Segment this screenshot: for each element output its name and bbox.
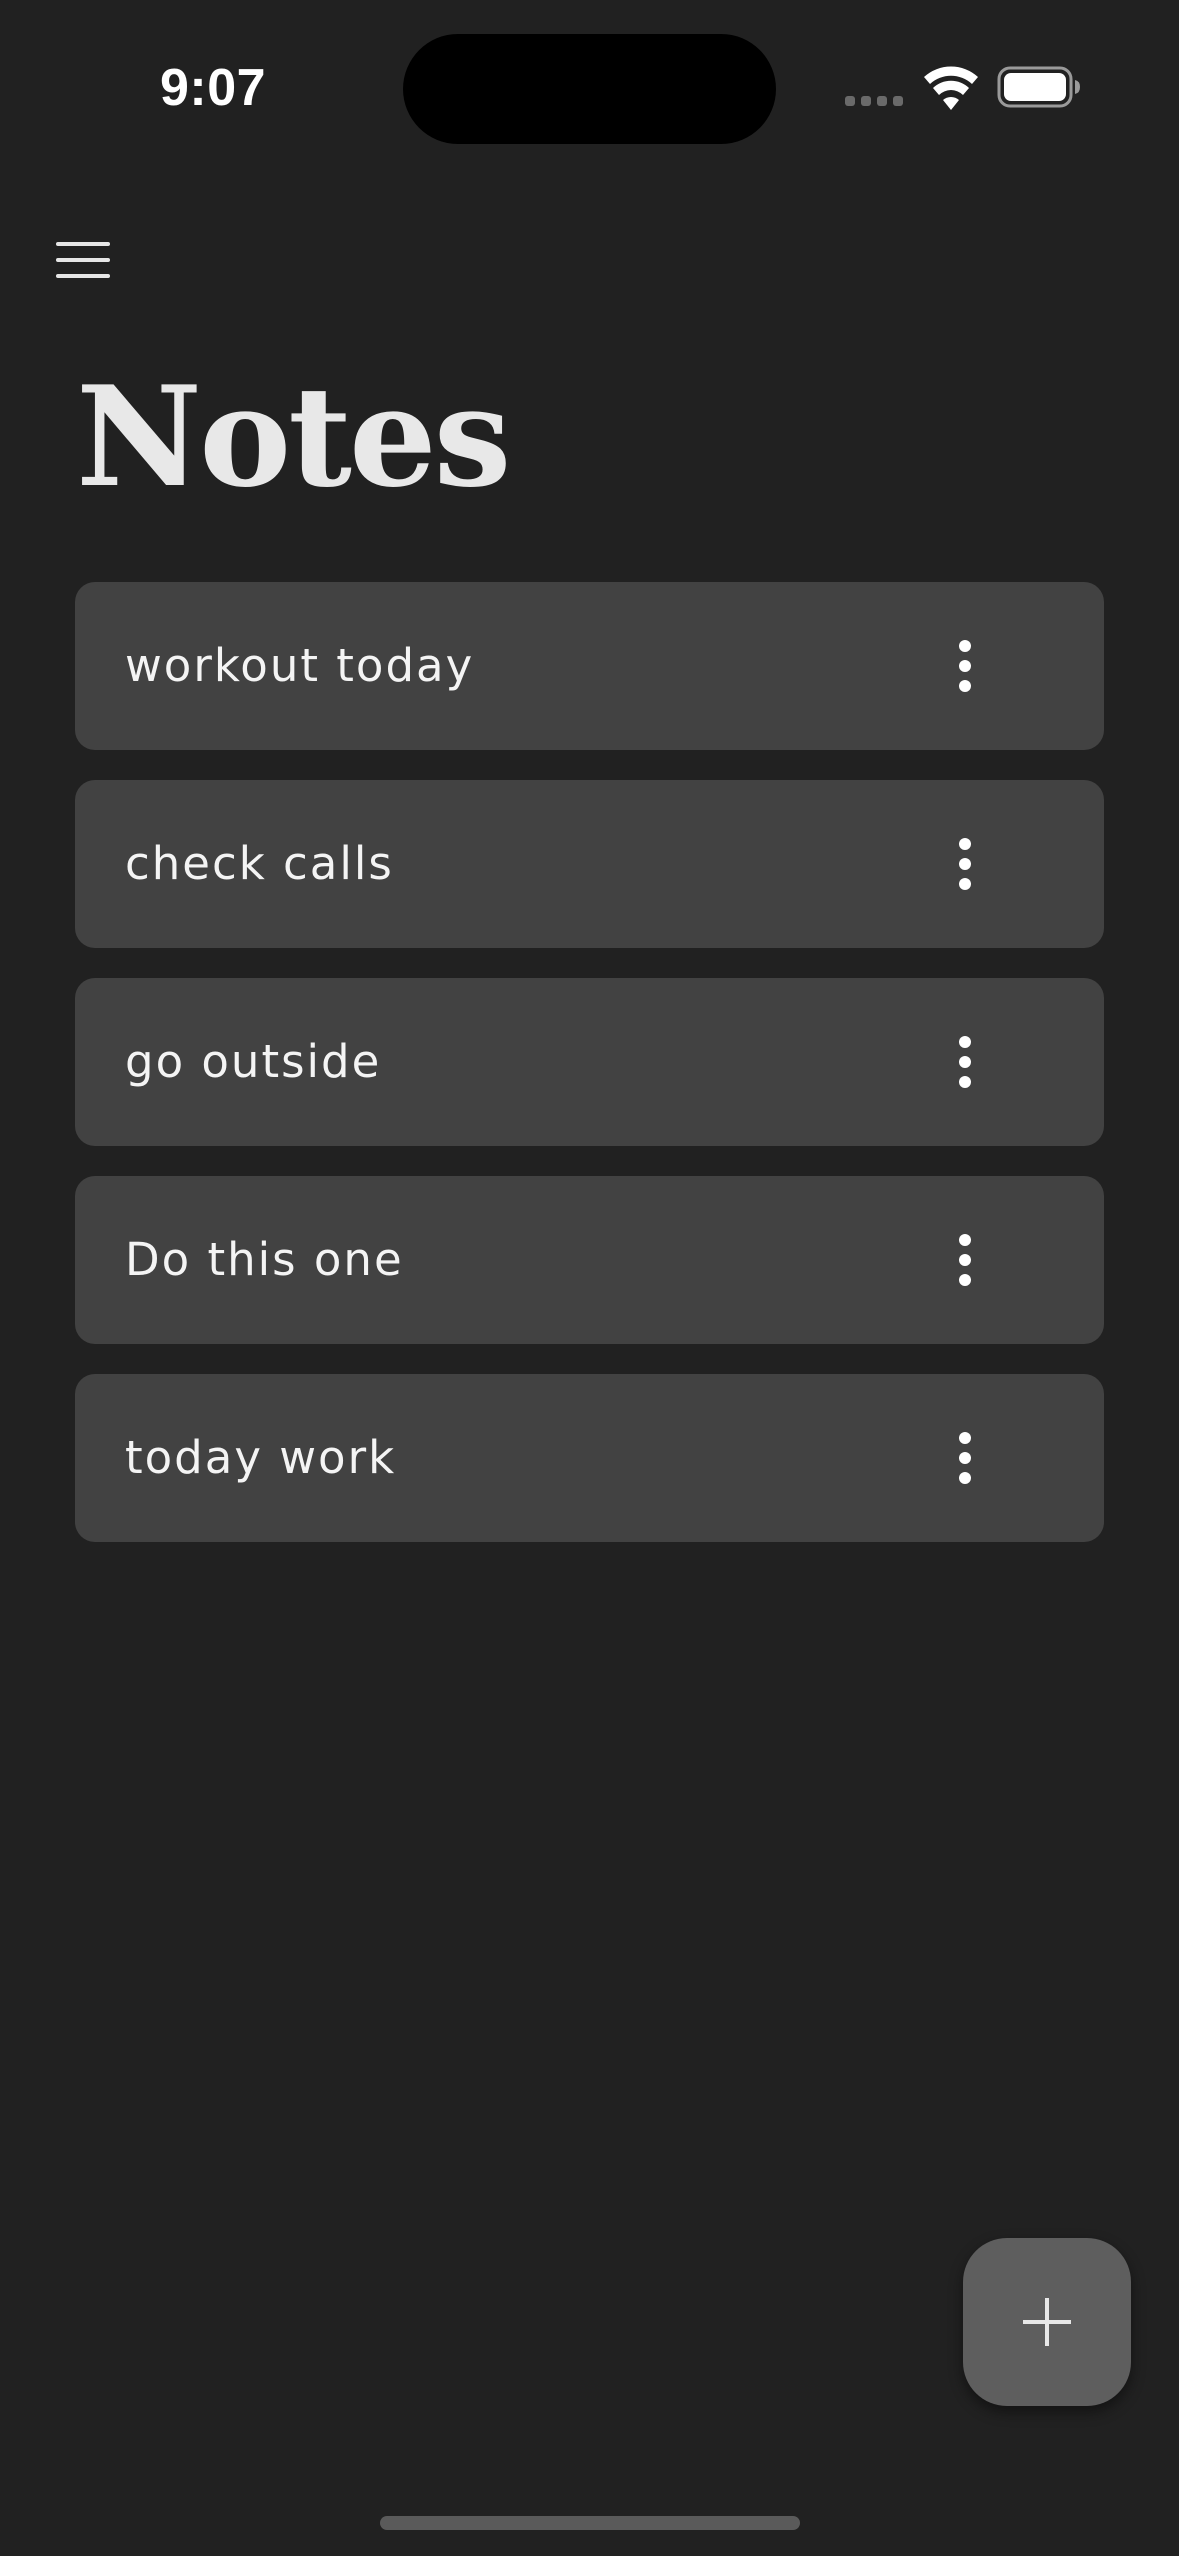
home-indicator [380,2516,800,2530]
add-note-button[interactable] [963,2238,1131,2406]
hamburger-menu-icon[interactable] [50,232,118,292]
more-vertical-icon[interactable] [935,626,995,706]
cellular-signal-icon [845,96,903,106]
note-item[interactable]: go outside [75,978,1104,1146]
note-item[interactable]: Do this one [75,1176,1104,1344]
status-time: 9:07 [160,59,267,117]
note-item[interactable]: workout today [75,582,1104,750]
page-title: Notes [76,355,511,518]
more-vertical-icon[interactable] [935,1220,995,1300]
note-title: go outside [125,1035,382,1088]
plus-icon [1023,2298,1071,2346]
more-vertical-icon[interactable] [935,1022,995,1102]
wifi-icon [924,66,978,110]
more-vertical-icon[interactable] [935,1418,995,1498]
note-list: workout today check calls go outside Do … [75,582,1104,1572]
note-item[interactable]: check calls [75,780,1104,948]
note-title: Do this one [125,1233,404,1286]
note-title: check calls [125,837,394,890]
more-vertical-icon[interactable] [935,824,995,904]
note-item[interactable]: today work [75,1374,1104,1542]
note-title: today work [125,1431,397,1484]
battery-icon [997,66,1080,108]
dynamic-island [403,34,776,144]
note-title: workout today [125,639,475,692]
